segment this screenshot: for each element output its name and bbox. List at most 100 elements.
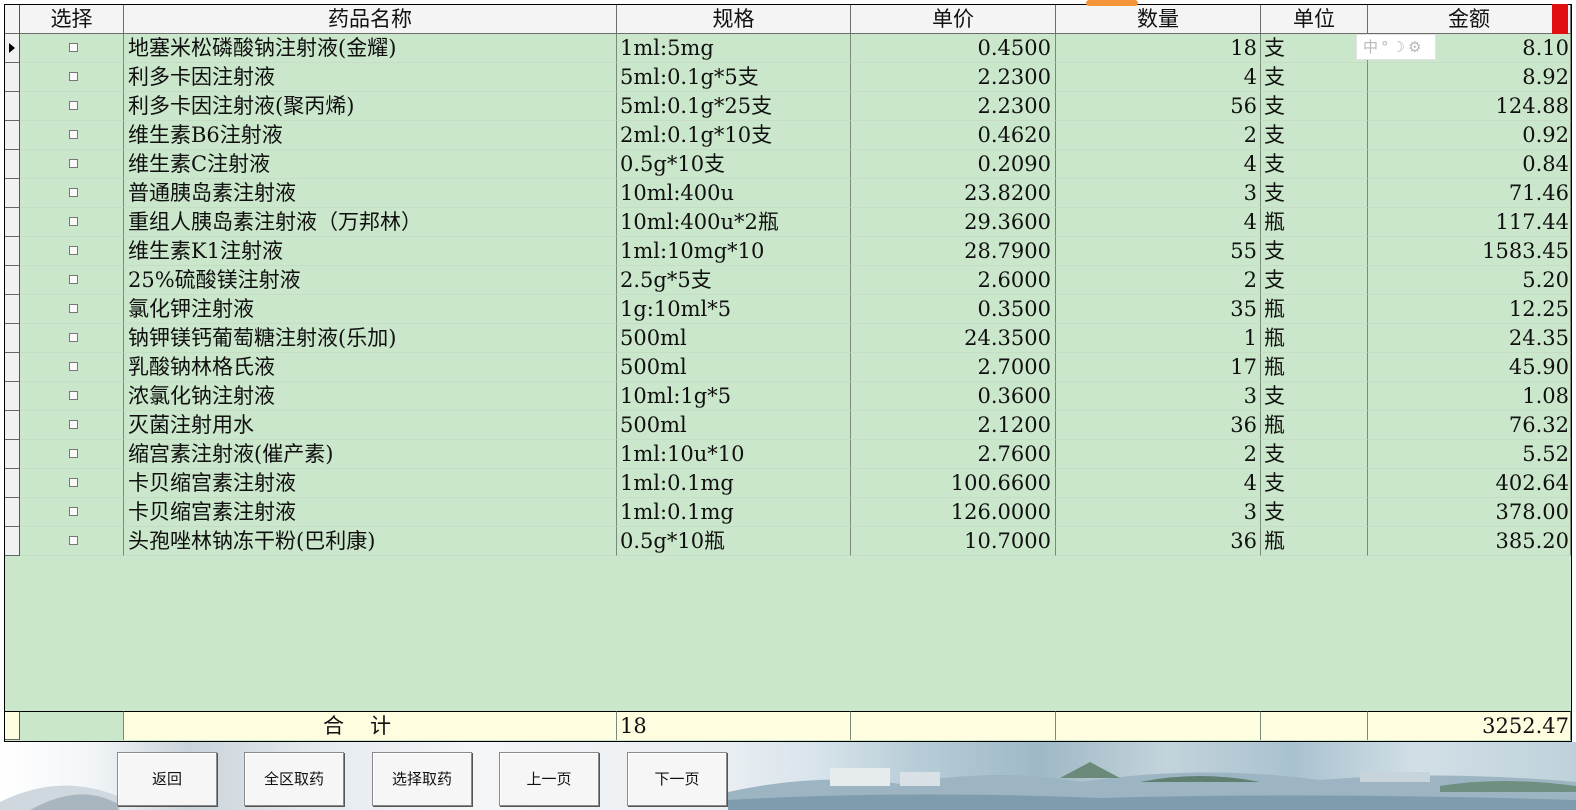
select-cell[interactable] (20, 440, 124, 469)
table-row[interactable]: 缩宫素注射液(催产素) 1ml:10u*10 2.7600 2 支 5.52 (5, 440, 1571, 469)
row-checkbox[interactable] (69, 507, 78, 516)
header-drug-name[interactable]: 药品名称 (124, 5, 617, 34)
unit-cell[interactable]: 瓶 (1261, 527, 1368, 556)
amount-cell[interactable]: 71.46 (1368, 179, 1571, 208)
gear-icon[interactable]: ⚙ (1408, 38, 1421, 56)
qty-cell[interactable]: 17 (1056, 353, 1261, 382)
qty-cell[interactable]: 3 (1056, 179, 1261, 208)
row-checkbox[interactable] (69, 333, 78, 342)
table-row[interactable]: 维生素K1注射液 1ml:10mg*10 28.7900 55 支 1583.45 (5, 237, 1571, 266)
drug-name-cell[interactable]: 氯化钾注射液 (124, 295, 617, 324)
price-cell[interactable]: 0.4620 (851, 121, 1056, 150)
spec-cell[interactable]: 10ml:400u*2瓶 (617, 208, 851, 237)
select-cell[interactable] (20, 34, 124, 63)
select-cell[interactable] (20, 469, 124, 498)
back-button[interactable]: 返回 (117, 752, 217, 806)
spec-cell[interactable]: 0.5g*10支 (617, 150, 851, 179)
unit-cell[interactable]: 支 (1261, 266, 1368, 295)
drug-name-cell[interactable]: 卡贝缩宫素注射液 (124, 498, 617, 527)
qty-cell[interactable]: 56 (1056, 92, 1261, 121)
qty-cell[interactable]: 35 (1056, 295, 1261, 324)
row-indicator[interactable] (5, 150, 20, 179)
price-cell[interactable]: 10.7000 (851, 527, 1056, 556)
drug-name-cell[interactable]: 浓氯化钠注射液 (124, 382, 617, 411)
moon-icon[interactable]: ☽ (1392, 38, 1405, 56)
amount-cell[interactable]: 0.84 (1368, 150, 1571, 179)
drug-name-cell[interactable]: 缩宫素注射液(催产素) (124, 440, 617, 469)
unit-cell[interactable]: 支 (1261, 121, 1368, 150)
spec-cell[interactable]: 1ml:10u*10 (617, 440, 851, 469)
row-checkbox[interactable] (69, 478, 78, 487)
row-checkbox[interactable] (69, 362, 78, 371)
table-row[interactable]: 钠钾镁钙葡萄糖注射液(乐加) 500ml 24.3500 1 瓶 24.35 (5, 324, 1571, 353)
row-indicator[interactable] (5, 353, 20, 382)
unit-cell[interactable]: 支 (1261, 150, 1368, 179)
amount-cell[interactable]: 1583.45 (1368, 237, 1571, 266)
table-row[interactable]: 普通胰岛素注射液 10ml:400u 23.8200 3 支 71.46 (5, 179, 1571, 208)
spec-cell[interactable]: 1g:10ml*5 (617, 295, 851, 324)
prev-page-button[interactable]: 上一页 (499, 752, 599, 806)
spec-cell[interactable]: 500ml (617, 353, 851, 382)
spec-cell[interactable]: 5ml:0.1g*5支 (617, 63, 851, 92)
row-checkbox[interactable] (69, 536, 78, 545)
price-cell[interactable]: 2.2300 (851, 63, 1056, 92)
unit-cell[interactable]: 支 (1261, 382, 1368, 411)
select-cell[interactable] (20, 382, 124, 411)
header-select[interactable]: 选择 (20, 5, 124, 34)
qty-cell[interactable]: 4 (1056, 150, 1261, 179)
spec-cell[interactable]: 10ml:400u (617, 179, 851, 208)
price-cell[interactable]: 23.8200 (851, 179, 1056, 208)
drug-name-cell[interactable]: 灭菌注射用水 (124, 411, 617, 440)
price-cell[interactable]: 126.0000 (851, 498, 1056, 527)
table-row[interactable]: 灭菌注射用水 500ml 2.1200 36 瓶 76.32 (5, 411, 1571, 440)
table-row[interactable]: 氯化钾注射液 1g:10ml*5 0.3500 35 瓶 12.25 (5, 295, 1571, 324)
table-row[interactable]: 重组人胰岛素注射液（万邦林） 10ml:400u*2瓶 29.3600 4 瓶 117.4… (5, 208, 1571, 237)
select-cell[interactable] (20, 208, 124, 237)
spec-cell[interactable]: 1ml:0.1mg (617, 498, 851, 527)
drug-name-cell[interactable]: 卡贝缩宫素注射液 (124, 469, 617, 498)
row-checkbox[interactable] (69, 275, 78, 284)
amount-cell[interactable]: 5.20 (1368, 266, 1571, 295)
qty-cell[interactable]: 3 (1056, 382, 1261, 411)
drug-name-cell[interactable]: 头孢唑林钠冻干粉(巴利康) (124, 527, 617, 556)
spec-cell[interactable]: 1ml:5mg (617, 34, 851, 63)
row-checkbox[interactable] (69, 101, 78, 110)
drug-name-cell[interactable]: 维生素K1注射液 (124, 237, 617, 266)
table-row[interactable]: 地塞米松磷酸钠注射液(金耀) 1ml:5mg 0.4500 18 支 8.10 (5, 34, 1571, 63)
table-row[interactable]: 乳酸钠林格氏液 500ml 2.7000 17 瓶 45.90 (5, 353, 1571, 382)
unit-cell[interactable]: 瓶 (1261, 208, 1368, 237)
unit-cell[interactable]: 支 (1261, 498, 1368, 527)
row-indicator[interactable] (5, 382, 20, 411)
amount-cell[interactable]: 0.92 (1368, 121, 1571, 150)
qty-cell[interactable]: 1 (1056, 324, 1261, 353)
amount-cell[interactable]: 76.32 (1368, 411, 1571, 440)
drug-name-cell[interactable]: 重组人胰岛素注射液（万邦林） (124, 208, 617, 237)
unit-cell[interactable]: 瓶 (1261, 295, 1368, 324)
price-cell[interactable]: 2.6000 (851, 266, 1056, 295)
drug-name-cell[interactable]: 钠钾镁钙葡萄糖注射液(乐加) (124, 324, 617, 353)
spec-cell[interactable]: 500ml (617, 324, 851, 353)
price-cell[interactable]: 2.2300 (851, 92, 1056, 121)
table-row[interactable]: 卡贝缩宫素注射液 1ml:0.1mg 100.6600 4 支 402.64 (5, 469, 1571, 498)
price-cell[interactable]: 2.7000 (851, 353, 1056, 382)
unit-cell[interactable]: 支 (1261, 237, 1368, 266)
amount-cell[interactable]: 45.90 (1368, 353, 1571, 382)
price-cell[interactable]: 0.2090 (851, 150, 1056, 179)
row-checkbox[interactable] (69, 420, 78, 429)
spec-cell[interactable]: 0.5g*10瓶 (617, 527, 851, 556)
qty-cell[interactable]: 4 (1056, 469, 1261, 498)
unit-cell[interactable]: 瓶 (1261, 411, 1368, 440)
spec-cell[interactable]: 1ml:10mg*10 (617, 237, 851, 266)
drug-name-cell[interactable]: 普通胰岛素注射液 (124, 179, 617, 208)
ime-mode-label[interactable]: 中 (1363, 38, 1378, 56)
drug-name-cell[interactable]: 维生素C注射液 (124, 150, 617, 179)
row-indicator[interactable] (5, 237, 20, 266)
amount-cell[interactable]: 378.00 (1368, 498, 1571, 527)
table-row[interactable]: 25%硫酸镁注射液 2.5g*5支 2.6000 2 支 5.20 (5, 266, 1571, 295)
table-row[interactable]: 浓氯化钠注射液 10ml:1g*5 0.3600 3 支 1.08 (5, 382, 1571, 411)
qty-cell[interactable]: 55 (1056, 237, 1261, 266)
spec-cell[interactable]: 2.5g*5支 (617, 266, 851, 295)
header-price[interactable]: 单价 (851, 5, 1056, 34)
price-cell[interactable]: 0.3500 (851, 295, 1056, 324)
row-indicator[interactable] (5, 121, 20, 150)
